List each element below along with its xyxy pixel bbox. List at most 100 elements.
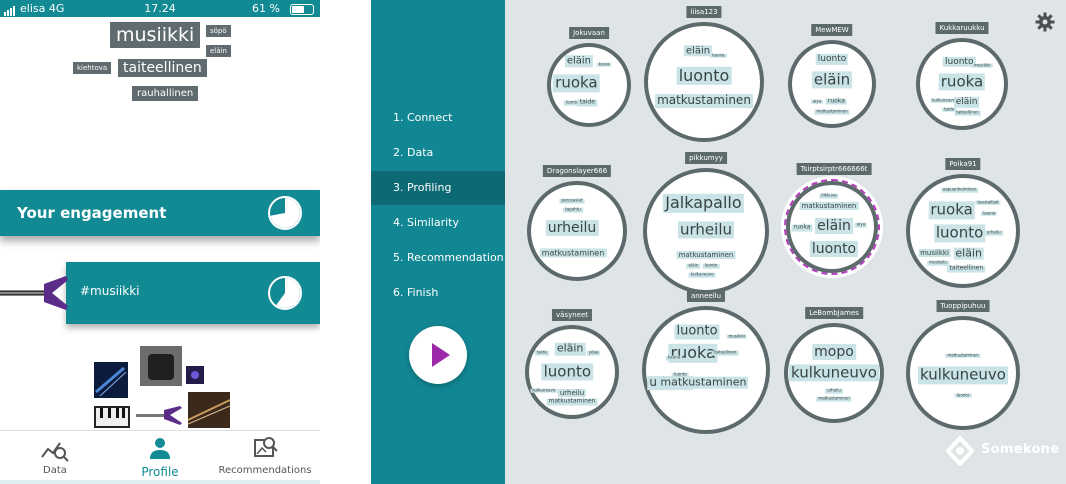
interest-tag: musiikki <box>918 248 951 257</box>
user-profile[interactable]: MewMEW luonto eläin aiya ruoka matkustaminen <box>788 24 876 140</box>
user-profile[interactable]: anneellu luonto musiikki ruoka taiteellinen k… <box>642 290 770 446</box>
interest-tag: liikkuva <box>819 192 839 199</box>
interest-tag: luonto <box>541 362 594 381</box>
interest-tag: ruoka <box>791 223 813 232</box>
interest-tag: matkustaminen <box>658 375 749 390</box>
interest-tag: eläin <box>811 69 853 89</box>
interest-tag: taide <box>534 349 549 356</box>
interest-tag: eläin <box>953 97 980 108</box>
tab-profile[interactable]: Profile <box>110 431 210 484</box>
nav-step-6[interactable]: 6. Finish <box>371 276 505 310</box>
interest-tag: eläin <box>815 217 853 235</box>
settings-gear-icon[interactable] <box>1035 12 1055 32</box>
nav-step-2[interactable]: 2. Data <box>371 136 505 170</box>
photo-thumbnail[interactable] <box>94 406 130 428</box>
photo-thumbnail[interactable] <box>94 362 128 398</box>
interest-tag: kulkuneuvo <box>688 271 716 278</box>
play-button[interactable] <box>409 326 467 384</box>
interest-tag: kauna <box>981 210 998 217</box>
guitar-strings-image <box>187 399 231 425</box>
nav-step-label: 6. Finish <box>393 286 439 299</box>
profile-map: Jokuvaan eläin kuvia ruoka luonto taide liisa1… <box>505 0 1066 484</box>
battery-percent: 61 % <box>252 2 280 15</box>
nav-step-5[interactable]: 5. Recommendation <box>371 241 505 275</box>
nav-step-label: 4. Similarity <box>393 216 459 229</box>
topic-card-body: #musiikki <box>66 262 320 324</box>
guitar-small-image <box>136 406 182 425</box>
interest-tag: matkustaminen <box>655 93 753 109</box>
person-icon <box>150 438 170 459</box>
interest-tag: luonto <box>815 54 849 65</box>
photo-thumbnail[interactable] <box>186 366 204 384</box>
interest-tag: urheilu <box>984 229 1003 236</box>
tab-profile-label: Profile <box>141 465 179 479</box>
interest-tag: ruoka <box>938 72 986 91</box>
user-profile[interactable]: Tuoppipuhuu matkustaminen kulkuneuvo luonto <box>906 300 1020 442</box>
interest-tag: eläin <box>683 45 713 57</box>
interest-tag: kuvia <box>596 61 612 68</box>
nav-step-label: 5. Recommendation <box>393 251 504 264</box>
bottom-tab-bar: Data Profile Recommendations <box>0 430 320 484</box>
user-name: anneellu <box>686 290 726 302</box>
nav-step-label: 3. Profiling <box>393 181 452 194</box>
photo-thumbnail[interactable] <box>140 346 182 386</box>
user-profile[interactable]: Kukkaruukku luonto musiikki ruoka kulkuneuvo… <box>916 22 1008 142</box>
photo-thumbnail[interactable] <box>136 404 182 426</box>
nav-step-3[interactable]: 3. Profiling <box>371 171 505 205</box>
profile-tag: rauhallinen <box>132 86 199 101</box>
photo-thumbnail[interactable] <box>187 392 231 428</box>
engagement-panel[interactable]: Your engagement <box>0 190 320 236</box>
user-profile[interactable]: Tsirptsirptr666666t liikkuva matkustaminen… <box>784 163 884 291</box>
profile-tag: musiikki <box>110 22 201 48</box>
tab-data-label: Data <box>43 465 67 476</box>
nav-step-1[interactable]: 1. Connect <box>371 101 505 135</box>
nav-step-label: 1. Connect <box>393 111 453 124</box>
guitar-image <box>0 276 68 310</box>
interest-tag: matkustaminen <box>945 352 981 359</box>
user-profile[interactable]: väsyneet taide eläin yöaa luonto kulkuneuvo ur… <box>525 309 619 431</box>
concert-image <box>191 371 199 379</box>
image-search-icon <box>254 437 278 457</box>
interest-tag: urheilu <box>545 219 599 237</box>
user-profile[interactable]: Dragonslayer666 perusasiat tapahtu urheilu m… <box>527 165 627 293</box>
status-bar: elisa 4G 17.24 61 % <box>0 0 320 17</box>
speaker-image <box>148 354 174 380</box>
interest-tag: urheilu <box>557 388 587 397</box>
interest-tag: eläin <box>686 262 701 269</box>
user-profile[interactable]: pikkumyy Jalkapallo urheilu matkustaminen el… <box>643 152 769 306</box>
interest-tag: luonto <box>933 223 986 242</box>
interest-tag: matkustaminen <box>799 201 859 211</box>
interest-tag: taide <box>577 99 597 107</box>
interest-tag: eläin <box>554 342 586 356</box>
engagement-pie-icon <box>268 196 302 230</box>
tab-recommendations[interactable]: Recommendations <box>210 431 320 484</box>
interest-tag: taiteellinen <box>954 110 981 116</box>
phone-profile-screen: elisa 4G 17.24 61 % musiikki söpö eläin kie… <box>0 0 320 484</box>
interest-tag: matkustaminen <box>676 250 736 259</box>
profile-tag: taiteellinen <box>118 59 207 77</box>
user-name: MewMEW <box>811 24 853 36</box>
topic-pie-icon <box>268 276 302 310</box>
user-profile[interactable]: liisa123 eläin kauna luonto matkustaminen <box>644 6 764 154</box>
user-profile[interactable]: Jokuvaan eläin kuvia ruoka luonto taide <box>547 27 631 139</box>
somekone-app: 1. Connect 2. Data 3. Profiling 4. Similari… <box>371 0 1066 484</box>
user-name: väsyneet <box>551 309 593 321</box>
interest-tag: ruoka <box>928 200 975 220</box>
interest-tag: luonto <box>674 323 720 340</box>
interest-tag: taustailijat <box>975 199 1001 205</box>
topic-card-label: #musiikki <box>80 284 140 298</box>
nav-step-4[interactable]: 4. Similarity <box>371 206 505 240</box>
interest-tag: luonto <box>676 65 732 86</box>
interest-tag: Jalkapallo <box>663 193 744 213</box>
user-profile[interactable]: Poika91 aapuanheiminen ruoka taustailijat ka… <box>906 158 1020 300</box>
interest-tag: ruoka <box>825 97 847 106</box>
interest-tag: yöaa <box>586 349 601 356</box>
tab-data[interactable]: Data <box>0 431 110 484</box>
somekone-logo-icon <box>945 436 975 466</box>
interest-tag: matkustaminen <box>814 108 850 115</box>
profile-tag: eläin <box>206 45 231 57</box>
user-name: Jokuvaan <box>569 27 609 39</box>
interest-tag: kulkuneuvo <box>918 365 1008 384</box>
user-name: liisa123 <box>686 6 722 18</box>
user-profile[interactable]: LeBombJames mopo kulkuneuvo urheilu matkusta… <box>784 307 884 435</box>
